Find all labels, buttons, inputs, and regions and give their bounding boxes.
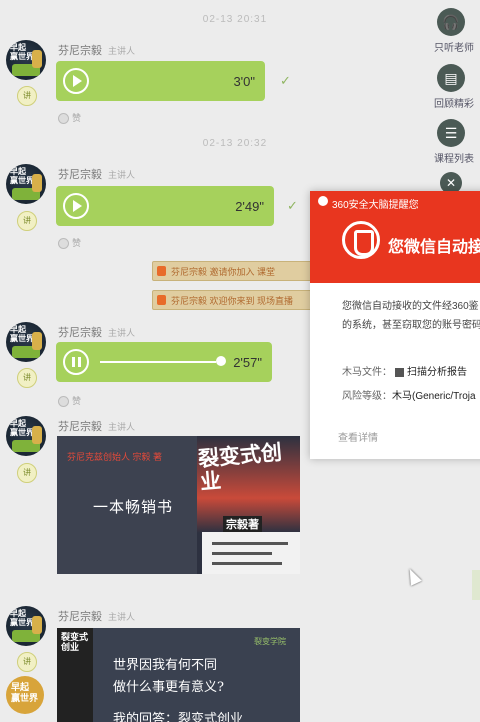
like-icon — [58, 238, 69, 250]
shield-icon — [342, 221, 380, 259]
newspaper-icon: ▤ — [444, 70, 458, 86]
sender-name: 芬尼宗毅 主讲人 — [58, 45, 136, 57]
view-details-link[interactable]: 查看详情 — [338, 429, 378, 444]
voice-duration: 2'57" — [233, 355, 262, 370]
voice-message-playing[interactable]: 2'57" — [56, 342, 272, 382]
popup-risk-row: 风险等级：木马(Generic/Troja — [342, 391, 476, 402]
course-list-button[interactable]: ☰ 课程列表 — [434, 119, 474, 165]
brand-label: 裂变学院 — [254, 637, 286, 646]
play-icon[interactable] — [63, 68, 89, 94]
sender-name: 芬尼宗毅 主讲人 — [58, 169, 136, 181]
play-icon[interactable] — [63, 193, 89, 219]
voice-duration: 3'0" — [233, 74, 255, 89]
like-meta[interactable]: 赞 — [58, 111, 81, 125]
book-author: 宗毅著 — [223, 516, 262, 532]
speaker-badge: 讲 — [17, 86, 37, 106]
like-icon — [58, 113, 69, 125]
read-check-icon: ✓ — [287, 198, 298, 213]
notice-icon — [157, 295, 166, 305]
voice-message[interactable]: 3'0" — [56, 61, 265, 101]
avatar[interactable]: 早起 赢世界 — [6, 416, 46, 456]
security-alert-popup[interactable]: 360安全大脑提醒您 您微信自动接收 您微信自动接收的文件经360鉴的系统，甚至… — [310, 191, 480, 459]
like-meta[interactable]: 赞 — [58, 236, 81, 250]
book-info-box — [202, 532, 300, 574]
speaker-badge: 讲 — [17, 368, 37, 388]
like-meta[interactable]: 赞 — [58, 394, 81, 408]
avatar[interactable]: 早起 赢世界 — [6, 164, 46, 204]
timestamp: 02-13 20:32 — [202, 138, 268, 149]
headphones-icon: 🎧 — [442, 14, 460, 30]
popup-file-row: 木马文件： 扫描分析报告 — [342, 367, 467, 378]
avatar[interactable]: 早起 赢世界 — [6, 322, 46, 362]
edge-element — [472, 570, 480, 600]
avatar[interactable]: 早起 赢世界 — [6, 40, 46, 80]
voice-progress-track[interactable] — [100, 361, 216, 363]
sender-name: 芬尼宗毅 主讲人 — [58, 611, 136, 623]
book-image[interactable]: 芬尼克兹创始人 宗毅 著 一本畅销书 裂变式创业 宗毅著 — [57, 436, 300, 574]
timestamp: 02-13 20:31 — [202, 14, 268, 25]
book-title: 一本畅销书 — [93, 498, 174, 516]
speaker-badge: 讲 — [17, 652, 37, 672]
book-spine: 裂变式创业 — [57, 628, 93, 722]
speaker-badge: 讲 — [17, 211, 37, 231]
only-teacher-button[interactable]: 🎧 只听老师 — [434, 8, 474, 54]
quote-line: 做什么事更有意义? — [113, 680, 224, 695]
notice-icon — [157, 266, 166, 276]
popup-message: 您微信自动接收的文件经360鉴 的系统，甚至窃取您的账号密码 — [342, 301, 480, 331]
voice-duration: 2'49" — [235, 199, 264, 214]
sender-name: 芬尼宗毅 主讲人 — [58, 421, 136, 433]
book-red-title: 芬尼克兹创始人 宗毅 著 — [67, 452, 163, 462]
like-icon — [58, 396, 69, 408]
popup-title: 您微信自动接收 — [388, 239, 480, 256]
sender-name: 芬尼宗毅 主讲人 — [58, 327, 136, 339]
review-button[interactable]: ▤ 回顾精彩 — [434, 64, 474, 110]
mouse-cursor-icon — [404, 566, 422, 586]
notes-icon: ☰ — [444, 125, 458, 141]
quote-line: 我的回答：裂变式创业 — [113, 712, 244, 722]
speaker-badge: 讲 — [17, 463, 37, 483]
close-icon: ✕ — [445, 176, 457, 190]
quote-line: 世界因我有何不同 — [113, 658, 218, 673]
book-name: 裂变式创业 — [197, 441, 283, 495]
voice-message[interactable]: 2'49" — [56, 186, 274, 226]
pause-icon[interactable] — [63, 349, 89, 375]
quote-image[interactable]: 裂变式创业 裂变学院 世界因我有何不同 做什么事更有意义? 我的回答：裂变式创业 — [57, 628, 300, 722]
notification-bar[interactable]: 芬尼宗毅 欢迎你来到 现场直播 × — [152, 290, 324, 310]
read-check-icon: ✓ — [280, 73, 291, 88]
avatar[interactable]: 早起 赢世界 — [6, 606, 46, 646]
voice-progress-knob[interactable] — [216, 356, 226, 366]
file-icon — [395, 367, 404, 377]
avatar[interactable]: 早起 赢世界 — [6, 676, 44, 714]
notification-bar[interactable]: 芬尼宗毅 邀请你加入 课堂 × — [152, 261, 320, 281]
popup-header: 360安全大脑提醒您 您微信自动接收 — [310, 191, 480, 283]
